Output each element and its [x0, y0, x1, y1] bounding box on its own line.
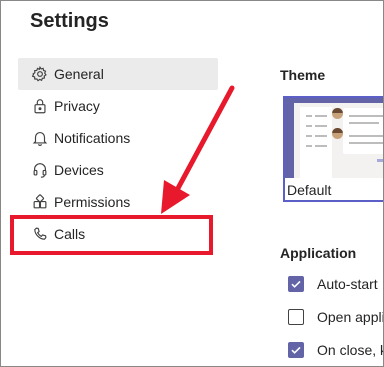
- application-heading: Application: [280, 245, 357, 261]
- sidebar-item-label: Devices: [54, 162, 104, 178]
- checkbox-open-application[interactable]: [288, 309, 304, 325]
- option-on-close[interactable]: On close, k: [288, 342, 384, 358]
- sidebar-item-privacy[interactable]: Privacy: [18, 90, 218, 122]
- option-label: Open appli: [317, 309, 384, 325]
- theme-preview-image: [285, 98, 383, 178]
- checkbox-auto-start[interactable]: [288, 276, 304, 292]
- phone-icon: [31, 225, 49, 243]
- settings-window: Settings General Privacy Notifications D…: [0, 0, 384, 367]
- lock-icon: [31, 97, 49, 115]
- theme-heading: Theme: [280, 67, 326, 83]
- option-open-application[interactable]: Open appli: [288, 309, 384, 325]
- checkbox-on-close[interactable]: [288, 342, 304, 358]
- gear-icon: [31, 65, 49, 83]
- option-auto-start[interactable]: Auto-start: [288, 276, 378, 292]
- sidebar-item-label: Privacy: [54, 98, 100, 114]
- option-label: On close, k: [317, 342, 384, 358]
- sidebar-item-label: General: [54, 66, 104, 82]
- sidebar-item-label: Permissions: [54, 194, 131, 210]
- theme-option-label: Default: [287, 182, 332, 198]
- sidebar-item-label: Calls: [54, 226, 86, 242]
- bell-icon: [31, 129, 49, 147]
- permissions-icon: [31, 193, 49, 211]
- sidebar-item-devices[interactable]: Devices: [18, 154, 218, 186]
- headset-icon: [31, 161, 49, 179]
- sidebar-item-permissions[interactable]: Permissions: [18, 186, 218, 218]
- sidebar-item-general[interactable]: General: [18, 58, 218, 90]
- sidebar-item-calls[interactable]: Calls: [18, 218, 218, 250]
- sidebar-item-notifications[interactable]: Notifications: [18, 122, 218, 154]
- page-title: Settings: [30, 10, 109, 32]
- sidebar-item-label: Notifications: [54, 130, 131, 146]
- theme-option-default[interactable]: Default: [283, 96, 383, 202]
- settings-sidebar: General Privacy Notifications Devices Pe…: [18, 58, 218, 250]
- option-label: Auto-start: [317, 276, 378, 292]
